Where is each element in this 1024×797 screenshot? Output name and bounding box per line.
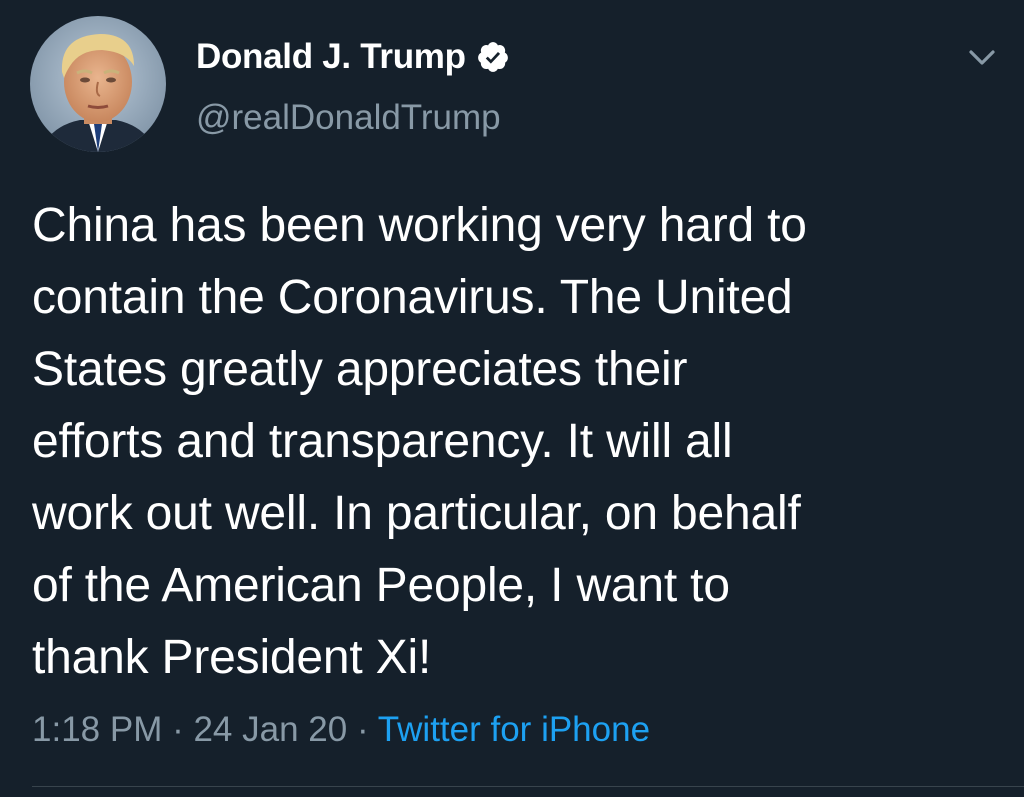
tweet-menu-button[interactable]	[962, 40, 1002, 76]
tweet-metadata: 1:18 PM · 24 Jan 20 · Twitter for iPhone	[32, 710, 650, 750]
chevron-down-icon	[969, 50, 995, 65]
tweet-text-line: China has been working very hard to	[32, 199, 807, 252]
tweet-card: Donald J. Trump @realDonaldTrump China h…	[0, 0, 1024, 797]
tweet-text-line: efforts and transparency. It will all	[32, 415, 733, 468]
author-name-row: Donald J. Trump	[196, 36, 510, 78]
tweet-text-line: States greatly appreciates their	[32, 343, 688, 396]
tweet-text: China has been working very hard to cont…	[32, 190, 992, 694]
verified-badge-icon	[476, 40, 510, 74]
tweet-text-line: work out well. In particular, on behalf	[32, 487, 801, 540]
profile-photo-icon	[30, 16, 166, 152]
author-handle[interactable]: @realDonaldTrump	[196, 98, 501, 138]
tweet-time[interactable]: 1:18 PM	[32, 710, 162, 749]
divider	[32, 786, 1024, 787]
meta-separator: ·	[162, 710, 194, 749]
meta-separator: ·	[347, 710, 378, 749]
tweet-source-link[interactable]: Twitter for iPhone	[378, 710, 650, 749]
tweet-text-line: thank President Xi!	[32, 631, 432, 684]
tweet-date[interactable]: 24 Jan 20	[193, 710, 347, 749]
author-avatar[interactable]	[30, 16, 166, 152]
tweet-text-line: contain the Coronavirus. The United	[32, 271, 793, 324]
tweet-text-line: of the American People, I want to	[32, 559, 730, 612]
author-display-name[interactable]: Donald J. Trump	[196, 37, 466, 77]
